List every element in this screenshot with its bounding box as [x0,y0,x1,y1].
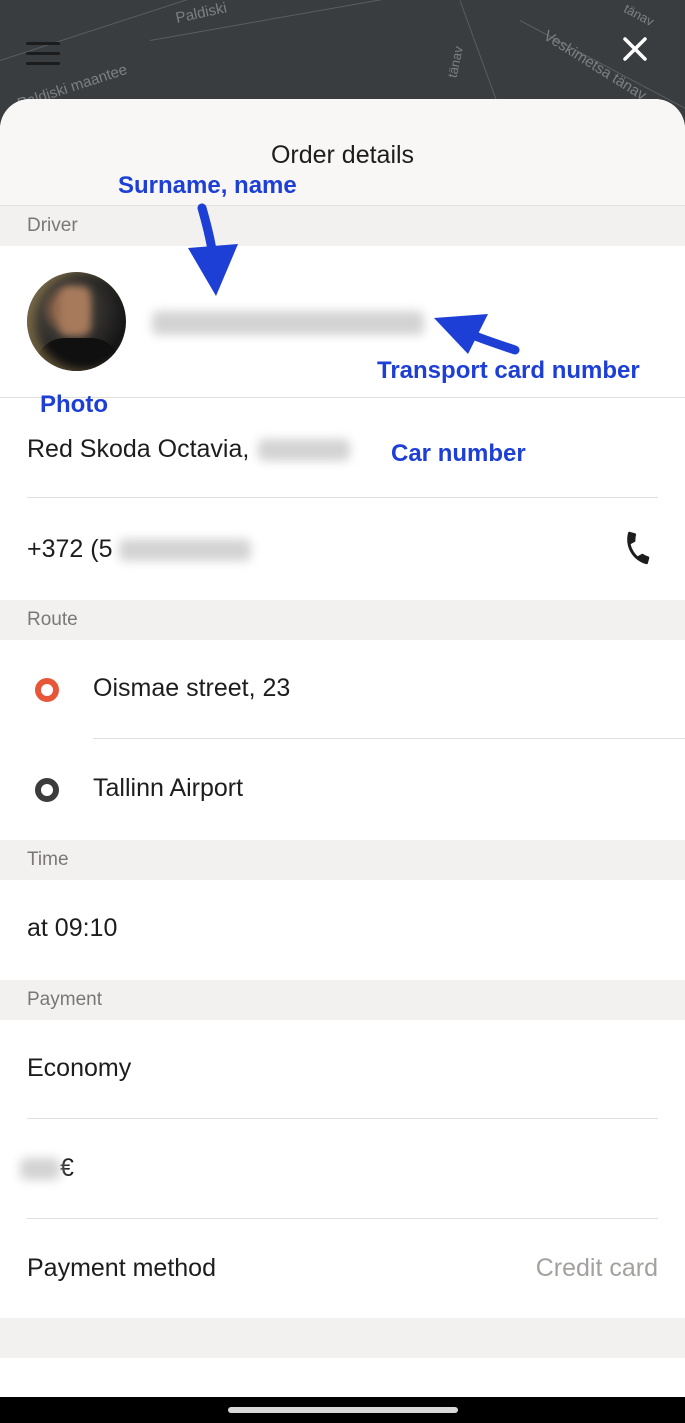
home-indicator-bar [0,1397,685,1423]
driver-photo[interactable] [27,272,126,371]
currency-symbol: € [60,1154,74,1182]
pickup-time: at 09:10 [27,914,118,942]
phone-icon[interactable] [620,530,656,566]
divider [27,497,658,498]
annotation-photo: Photo [40,391,108,418]
route-destination-icon [35,778,59,802]
annotation-transport-card: Transport card number [377,357,640,384]
route-origin-icon [35,678,59,702]
phone-number-prefix: +372 (5 [27,535,113,563]
section-label-payment: Payment [0,980,685,1020]
close-icon[interactable] [618,32,652,66]
map-street-label: Paldiski [174,0,229,27]
payment-method-value[interactable]: Credit card [536,1254,658,1283]
map-street-label: tänav [444,44,466,80]
trip-price: € [20,1154,74,1183]
home-indicator[interactable] [228,1407,458,1413]
route-destination[interactable]: Tallinn Airport [93,774,243,803]
divider [27,1118,658,1119]
section-label-route: Route [0,600,685,640]
section-label-driver: Driver [0,206,685,246]
car-model: Red Skoda Octavia, [27,435,250,463]
map-street-label: tänav [621,0,657,30]
car-number-redacted [258,439,351,462]
car-description: Red Skoda Octavia, [27,435,351,464]
phone-number-redacted [119,539,252,562]
payment-method-label: Payment method [27,1254,216,1282]
menu-button[interactable] [26,42,60,70]
tariff-name: Economy [27,1054,132,1082]
menu-icon [26,42,60,45]
section-label-time: Time [0,840,685,880]
annotation-surname-name: Surname, name [118,172,297,199]
sheet-header: Order details [0,99,685,206]
price-redacted [20,1158,60,1181]
divider [27,1218,658,1219]
order-details-sheet: Order details Driver Red Skoda Octavia, … [0,99,685,1399]
route-origin[interactable]: Oismae street, 23 [93,674,290,703]
bottom-spacer [0,1318,685,1358]
driver-phone[interactable]: +372 (5 [27,535,252,564]
annotation-car-number: Car number [391,440,526,467]
driver-name-redacted [152,311,424,335]
divider [93,738,685,739]
page-title: Order details [270,141,415,169]
